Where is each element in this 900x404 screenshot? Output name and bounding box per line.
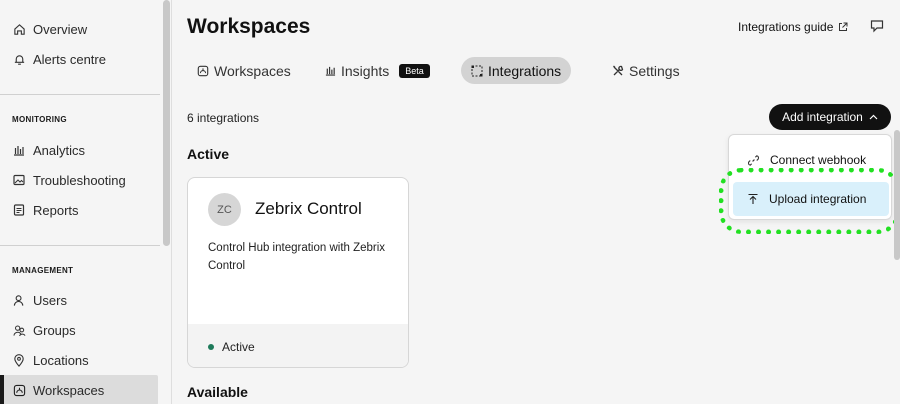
- integration-card[interactable]: ZC Zebrix Control Control Hub integratio…: [187, 177, 409, 368]
- integrations-icon: [471, 65, 483, 77]
- add-integration-label: Add integration: [782, 110, 863, 124]
- sidebar-item-label: Groups: [33, 322, 76, 338]
- available-heading: Available: [187, 384, 248, 400]
- active-heading: Active: [187, 146, 230, 162]
- sidebar: Overview Alerts centre MONITORING Analyt…: [0, 0, 172, 404]
- main-content: Workspaces Integrations guide Workspaces…: [172, 0, 900, 404]
- main-scrollbar[interactable]: [894, 130, 900, 260]
- sidebar-scrollbar[interactable]: [163, 0, 170, 246]
- integration-description: Control Hub integration with Zebrix Cont…: [208, 242, 386, 272]
- sidebar-divider: [0, 94, 160, 95]
- card-footer: Active: [188, 324, 408, 367]
- home-icon: [12, 22, 26, 36]
- status-dot-icon: [208, 343, 214, 350]
- tab-insights[interactable]: Insights Beta: [315, 57, 440, 84]
- tab-label: Settings: [629, 62, 680, 79]
- sidebar-item-label: Users: [33, 292, 67, 308]
- sidebar-section-monitoring: MONITORING: [12, 115, 67, 124]
- upload-icon: [747, 193, 759, 205]
- sidebar-item-label: Reports: [33, 202, 79, 218]
- tools-icon: [612, 65, 624, 77]
- bell-icon: [12, 52, 26, 66]
- external-link-icon: [838, 22, 848, 32]
- location-pin-icon: [12, 353, 26, 367]
- sidebar-item-label: Locations: [33, 352, 89, 368]
- menu-item-upload-integration[interactable]: Upload integration: [733, 182, 889, 216]
- sidebar-item-overview[interactable]: Overview: [0, 14, 158, 44]
- sidebar-item-locations[interactable]: Locations: [0, 345, 158, 375]
- tab-integrations[interactable]: Integrations: [461, 57, 572, 84]
- integration-count: 6 integrations: [187, 111, 260, 125]
- avatar: ZC: [208, 193, 241, 226]
- sidebar-item-workspaces[interactable]: Workspaces: [0, 375, 158, 404]
- sidebar-item-groups[interactable]: Groups: [0, 315, 158, 345]
- menu-item-connect-webhook[interactable]: Connect webhook: [733, 143, 889, 177]
- user-icon: [12, 293, 26, 307]
- tab-label: Insights: [341, 62, 390, 79]
- sidebar-item-label: Overview: [33, 21, 88, 37]
- add-integration-button[interactable]: Add integration: [769, 104, 891, 130]
- document-icon: [12, 203, 26, 217]
- bar-chart-icon: [325, 65, 336, 76]
- chevron-up-icon: [869, 114, 878, 120]
- workspace-icon: [197, 65, 209, 77]
- sidebar-item-label: Workspaces: [33, 382, 105, 398]
- sidebar-item-troubleshooting[interactable]: Troubleshooting: [0, 165, 158, 195]
- tab-settings[interactable]: Settings: [602, 57, 690, 84]
- integrations-guide-link[interactable]: Integrations guide: [738, 20, 848, 34]
- menu-item-label: Connect webhook: [770, 153, 867, 167]
- page-title: Workspaces: [187, 15, 311, 38]
- sidebar-item-label: Alerts centre: [33, 51, 106, 67]
- status-badge: Active: [222, 339, 255, 354]
- sidebar-item-label: Troubleshooting: [33, 172, 126, 188]
- sidebar-item-alerts-centre[interactable]: Alerts centre: [0, 44, 158, 74]
- image-icon: [12, 173, 26, 187]
- sidebar-item-label: Analytics: [33, 142, 86, 158]
- tab-workspaces[interactable]: Workspaces: [187, 57, 301, 84]
- sidebar-item-users[interactable]: Users: [0, 285, 158, 315]
- tab-label: Integrations: [488, 62, 562, 79]
- sidebar-item-reports[interactable]: Reports: [0, 195, 158, 225]
- feedback-icon[interactable]: [870, 19, 884, 33]
- sidebar-section-management: MANAGEMENT: [12, 266, 74, 275]
- sidebar-divider: [0, 245, 160, 246]
- bar-chart-icon: [12, 143, 26, 157]
- integration-name: Zebrix Control: [255, 199, 362, 218]
- integrations-guide-label: Integrations guide: [738, 20, 834, 34]
- group-icon: [12, 323, 26, 337]
- menu-item-label: Upload integration: [769, 192, 867, 206]
- sidebar-item-analytics[interactable]: Analytics: [0, 135, 158, 165]
- link-icon: [747, 154, 760, 167]
- beta-badge: Beta: [399, 63, 430, 78]
- workspace-icon: [12, 383, 26, 397]
- tab-label: Workspaces: [214, 62, 291, 79]
- add-integration-menu: Connect webhook Upload integration: [728, 134, 892, 220]
